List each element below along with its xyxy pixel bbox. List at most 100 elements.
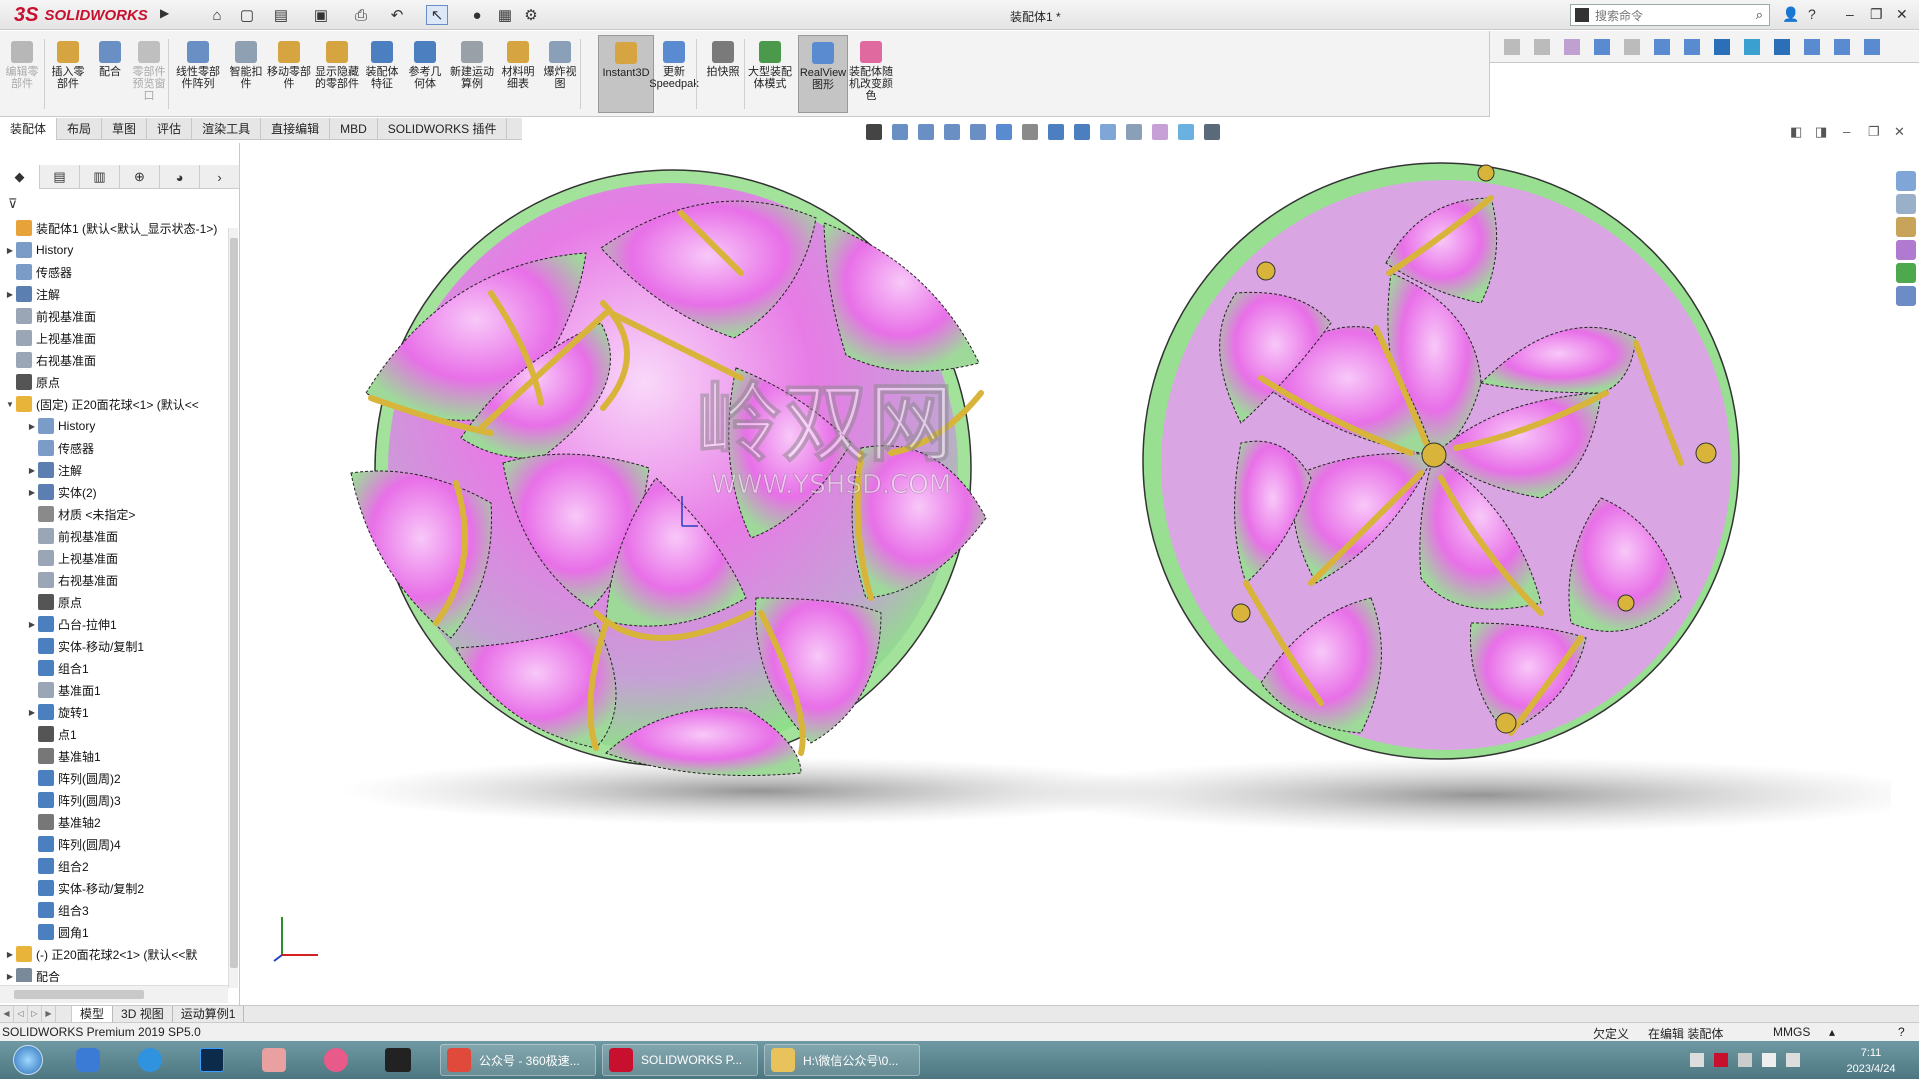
view-toolbar-icon[interactable] (918, 124, 934, 140)
close-icon[interactable]: ✕ (1896, 6, 1908, 23)
tree-expand-icon[interactable]: ▶ (26, 488, 38, 497)
tree-expand-icon[interactable]: ▶ (4, 972, 16, 981)
view-toolbar-icon[interactable] (1178, 124, 1194, 140)
taskbar-task-button[interactable]: H:\微信公众号\0... (764, 1044, 920, 1076)
menu-expand-arrow-icon[interactable]: ▶ (160, 6, 169, 20)
tree-item[interactable]: ▶ 凸台-拉伸1 (0, 613, 228, 635)
ok-app-icon[interactable] (380, 1044, 416, 1076)
tree-item[interactable]: ▶ 配合 (0, 965, 228, 982)
viewport-tile-right-icon[interactable]: ◨ (1815, 124, 1827, 140)
view-toolbar-icon[interactable] (1074, 124, 1090, 140)
selection-filter-icon[interactable] (1684, 39, 1700, 55)
taskbar-task-button[interactable]: 公众号 - 360极速... (440, 1044, 596, 1076)
ribbon-button-10[interactable]: 新建运动算例 (448, 35, 496, 113)
tree-item[interactable]: ▶ 实体(2) (0, 481, 228, 503)
selection-filter-icon[interactable] (1714, 39, 1730, 55)
tray-network-icon[interactable] (1738, 1053, 1752, 1067)
units-arrow-icon[interactable]: ▴ (1829, 1025, 1835, 1039)
help-icon[interactable]: ? (1808, 6, 1816, 22)
tree-expand-icon[interactable]: ▶ (4, 246, 16, 255)
restore-icon[interactable]: ❐ (1870, 6, 1883, 23)
tree-expand-icon[interactable]: ▶ (4, 290, 16, 299)
tree-item[interactable]: 装配体1 (默认<默认_显示状态-1>) (0, 217, 228, 239)
selection-filter-icon[interactable] (1774, 39, 1790, 55)
tree-item[interactable]: 组合3 (0, 899, 228, 921)
tree-item[interactable]: 阵列(圆周)4 (0, 833, 228, 855)
last-tab-nav-icon[interactable]: ▶ (42, 1006, 56, 1022)
tree-item[interactable]: ▶ History (0, 239, 228, 261)
tree-item[interactable]: ▶ (-) 正20面花球2<1> (默认<<默 (0, 943, 228, 965)
prev-tab-nav-icon[interactable]: ◁ (14, 1006, 28, 1022)
file-explorer-icon[interactable] (1896, 217, 1916, 237)
view-toolbar-icon[interactable] (970, 124, 986, 140)
command-tab[interactable]: MBD (330, 118, 378, 140)
tree-item[interactable]: ▼ (固定) 正20面花球<1> (默认<< (0, 393, 228, 415)
ribbon-button-7[interactable]: 显示隐藏的零部件 (314, 35, 360, 113)
tree-expand-icon[interactable]: ▶ (26, 620, 38, 629)
command-tab[interactable]: 草图 (102, 118, 148, 140)
view-toolbar-icon[interactable] (1022, 124, 1038, 140)
status-help-icon[interactable]: ? (1898, 1025, 1905, 1039)
ribbon-button-18[interactable]: 装配体随机改变颜色 (846, 35, 896, 113)
ribbon-button-13[interactable]: Instant3D (598, 35, 654, 113)
dimxpert-tab-icon[interactable]: ⊕ (120, 165, 160, 189)
property-manager-tab-icon[interactable]: ▤ (40, 165, 80, 189)
selection-filter-icon[interactable] (1744, 39, 1760, 55)
pinned-app-icon[interactable] (70, 1044, 106, 1076)
file-properties-icon[interactable]: ▦ (494, 5, 516, 25)
search-commands-input[interactable]: 搜索命令 ⌕ (1570, 4, 1770, 26)
tree-item[interactable]: 材质 <未指定> (0, 503, 228, 525)
selection-filter-icon[interactable] (1594, 39, 1610, 55)
selection-filter-icon[interactable] (1624, 39, 1640, 55)
view-toolbar-icon[interactable] (1126, 124, 1142, 140)
selection-filter-icon[interactable] (1564, 39, 1580, 55)
user-icon[interactable]: 👤 (1782, 6, 1799, 23)
viewport-minimize-icon[interactable]: – (1843, 124, 1850, 139)
selection-filter-icon[interactable] (1804, 39, 1820, 55)
ribbon-button-17[interactable]: RealView图形 (798, 35, 848, 113)
first-tab-nav-icon[interactable]: ◀ (0, 1006, 14, 1022)
tree-item[interactable]: 上视基准面 (0, 327, 228, 349)
taskbar-task-button[interactable]: SOLIDWORKS P... (602, 1044, 758, 1076)
selection-filter-icon[interactable] (1834, 39, 1850, 55)
print-icon[interactable]: ⎙ (350, 5, 372, 25)
view-toolbar-icon[interactable] (996, 124, 1012, 140)
tree-expand-icon[interactable]: ▶ (26, 422, 38, 431)
appearances-icon[interactable] (1896, 263, 1916, 283)
tree-item[interactable]: 实体-移动/复制1 (0, 635, 228, 657)
save-icon[interactable]: ▣ (310, 5, 332, 25)
options-gear-icon[interactable]: ⚙ (520, 5, 542, 25)
search-icon[interactable]: ⌕ (1756, 7, 1763, 23)
design-library-icon[interactable] (1896, 194, 1916, 214)
tree-item[interactable]: 传感器 (0, 261, 228, 283)
selection-filter-icon[interactable] (1504, 39, 1520, 55)
tree-vertical-scrollbar[interactable] (228, 228, 238, 988)
bottom-tab[interactable]: 模型 (72, 1006, 114, 1022)
new-document-icon[interactable]: ▢ (236, 5, 258, 25)
view-toolbar-icon[interactable] (892, 124, 908, 140)
command-tab[interactable]: 布局 (57, 118, 103, 140)
view-toolbar-icon[interactable] (944, 124, 960, 140)
display-manager-tab-icon[interactable]: ◕ (160, 165, 200, 189)
panel-expand-arrow-icon[interactable]: › (200, 165, 240, 189)
ribbon-button-1[interactable]: 插入零部件 (48, 35, 88, 113)
tree-item[interactable]: 阵列(圆周)2 (0, 767, 228, 789)
bottom-tab[interactable]: 3D 视图 (113, 1006, 173, 1022)
tree-expand-icon[interactable]: ▶ (4, 950, 16, 959)
status-units[interactable]: MMGS (1773, 1025, 1810, 1039)
undo-icon[interactable]: ↶ (386, 5, 408, 25)
custom-properties-icon[interactable] (1896, 286, 1916, 306)
viewport-restore-icon[interactable]: ❐ (1868, 124, 1880, 140)
command-tab[interactable]: 渲染工具 (192, 118, 262, 140)
start-button[interactable] (6, 1044, 50, 1076)
ie-browser-icon[interactable] (132, 1044, 168, 1076)
icosahedron-flower-ball-2[interactable] (1142, 162, 1740, 760)
tree-item[interactable]: 右视基准面 (0, 349, 228, 371)
tree-item[interactable]: 基准面1 (0, 679, 228, 701)
command-tab[interactable]: 评估 (147, 118, 193, 140)
tree-expand-icon[interactable]: ▶ (26, 466, 38, 475)
tree-item[interactable]: 前视基准面 (0, 525, 228, 547)
feature-tree-tab-icon[interactable]: ◆ (0, 165, 40, 189)
view-toolbar-icon[interactable] (1100, 124, 1116, 140)
tree-item[interactable]: 基准轴1 (0, 745, 228, 767)
